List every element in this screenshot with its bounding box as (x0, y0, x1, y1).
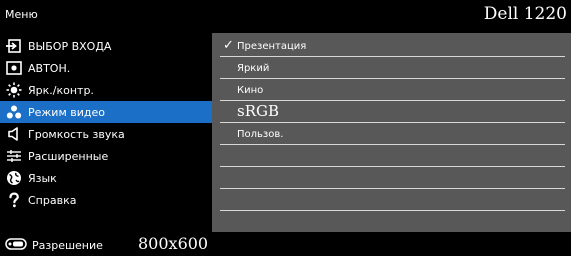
main-menu-sidebar: ВЫБОР ВХОДА АВТОН. Ярк./контр. Режим вид… (0, 33, 212, 232)
divider (220, 210, 565, 211)
resolution-label: Разрешение (32, 239, 103, 252)
sidebar-item-help[interactable]: Справка (0, 189, 212, 211)
video-mode-submenu: ✓ Презентация Яркий Кино sRGB Пользов. (212, 33, 571, 232)
video-mode-option-srgb[interactable]: sRGB (212, 101, 571, 123)
sidebar-item-label: Режим видео (28, 106, 105, 119)
option-label: sRGB (237, 102, 279, 120)
video-mode-option-presentation[interactable]: ✓ Презентация (212, 35, 571, 57)
projector-icon (5, 238, 27, 250)
empty-row (212, 189, 571, 211)
status-bar: Разрешение 800x600 (0, 232, 571, 256)
option-label: Презентация (237, 41, 307, 52)
sidebar-item-label: АВТОН. (28, 62, 71, 75)
sidebar-item-label: Справка (28, 194, 77, 207)
volume-icon (6, 126, 22, 142)
menu-title: Меню (5, 8, 38, 21)
sidebar-item-label: Язык (28, 172, 57, 185)
sidebar-item-label: Громкость звука (28, 128, 125, 141)
resolution-value: 800x600 (138, 234, 209, 253)
auto-adjust-icon (6, 60, 22, 76)
help-icon (6, 192, 22, 208)
option-label: Кино (237, 85, 264, 96)
empty-row (212, 145, 571, 167)
advanced-settings-icon (6, 148, 22, 164)
video-mode-icon (6, 104, 22, 120)
video-mode-option-movie[interactable]: Кино (212, 79, 571, 101)
empty-row (212, 167, 571, 189)
option-label: Пользов. (237, 129, 284, 140)
video-mode-option-bright[interactable]: Яркий (212, 57, 571, 79)
sidebar-item-advanced-settings[interactable]: Расширенные (0, 145, 212, 167)
language-icon (6, 170, 22, 186)
projector-osd-menu: Меню Dell 1220 ВЫБОР ВХОДА АВТОН. Ярк./к… (0, 0, 571, 256)
sidebar-item-label: Ярк./контр. (28, 84, 94, 97)
brightness-icon (6, 82, 22, 98)
input-source-icon (6, 38, 22, 54)
option-label: Яркий (237, 63, 270, 74)
video-mode-option-user[interactable]: Пользов. (212, 123, 571, 145)
sidebar-item-input-select[interactable]: ВЫБОР ВХОДА (0, 35, 212, 57)
sidebar-item-label: ВЫБОР ВХОДА (28, 40, 112, 53)
sidebar-item-video-mode[interactable]: Режим видео (0, 101, 212, 123)
model-name: Dell 1220 (483, 4, 567, 24)
sidebar-item-brightness-contrast[interactable]: Ярк./контр. (0, 79, 212, 101)
check-icon: ✓ (223, 38, 234, 53)
menu-header: Меню Dell 1220 (0, 0, 571, 33)
sidebar-item-label: Расширенные (28, 150, 109, 163)
sidebar-item-auto-adjust[interactable]: АВТОН. (0, 57, 212, 79)
sidebar-item-language[interactable]: Язык (0, 167, 212, 189)
sidebar-item-volume[interactable]: Громкость звука (0, 123, 212, 145)
